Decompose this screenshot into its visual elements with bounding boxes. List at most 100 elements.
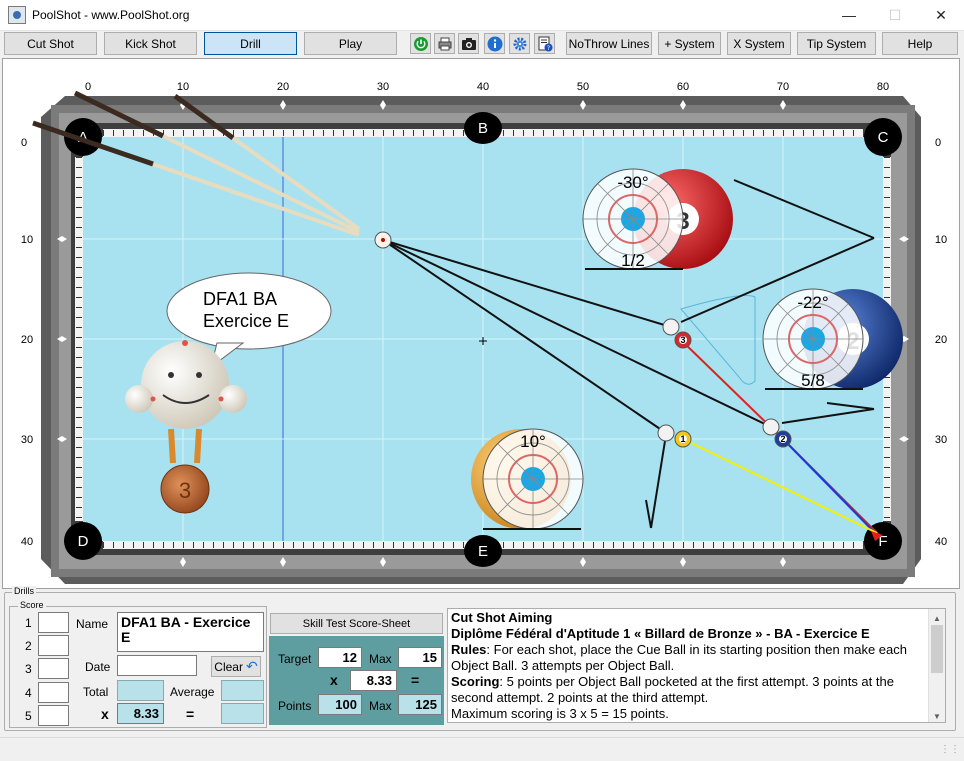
ghost-ball-3 (662, 318, 680, 336)
score-row-2-label: 2 (25, 639, 32, 653)
result-field (221, 703, 264, 724)
ruler-top-20: 20 (277, 81, 289, 93)
plus-system-button[interactable]: + System (658, 32, 721, 55)
nothrow-lines-button[interactable]: NoThrow Lines (566, 32, 652, 55)
ruler-right-10: 10 (935, 234, 947, 246)
skill-test-score-sheet-button[interactable]: Skill Test Score-Sheet (270, 613, 443, 634)
settings-gear-icon[interactable] (509, 33, 530, 54)
teal-equals-symbol: = (411, 672, 420, 688)
undo-icon: ↶ (245, 658, 258, 674)
object-ball-2[interactable]: 2 (774, 430, 792, 448)
svg-text:5/8: 5/8 (801, 371, 825, 390)
date-field[interactable] (117, 655, 197, 676)
ruler-top-60: 60 (677, 81, 689, 93)
pocket-b[interactable]: B (464, 112, 502, 144)
svg-text:Exercice E: Exercice E (203, 311, 289, 331)
cut-shot-button[interactable]: Cut Shot (4, 32, 97, 55)
rail-scale-left (75, 157, 83, 521)
ruler-top-0: 0 (85, 81, 91, 93)
close-icon[interactable]: ✕ (918, 0, 964, 30)
score-row-3-label: 3 (25, 662, 32, 676)
ruler-right-0: 0 (935, 137, 941, 149)
x-system-button[interactable]: X System (727, 32, 791, 55)
score-row-5-input[interactable] (38, 705, 69, 726)
ruler-left-20: 20 (21, 334, 33, 346)
drill-description[interactable]: Cut Shot Aiming Diplôme Fédéral d'Aptitu… (447, 608, 946, 723)
pocket-e[interactable]: E (464, 535, 502, 567)
info-icon[interactable] (484, 33, 505, 54)
ruler-right-20: 20 (935, 334, 947, 346)
target-value[interactable]: 12 (318, 647, 362, 668)
help-document-icon[interactable]: ? (534, 33, 555, 54)
power-icon[interactable] (410, 33, 431, 54)
score-row-4-label: 4 (25, 686, 32, 700)
svg-text:1/2: 1/2 (621, 251, 645, 270)
ruler-right-30: 30 (935, 434, 947, 446)
max-value: 15 (398, 647, 442, 668)
points-max-value: 125 (398, 694, 442, 715)
average-field (221, 680, 264, 701)
score-row-1-input[interactable] (38, 612, 69, 633)
svg-text:-22°: -22° (797, 293, 828, 312)
tip-system-button[interactable]: Tip System (797, 32, 876, 55)
maximize-icon: ☐ (888, 6, 902, 23)
pocket-d[interactable]: D (64, 522, 102, 560)
object-ball-1[interactable]: 1 (674, 430, 692, 448)
play-button[interactable]: Play (304, 32, 397, 55)
ruler-right-40: 40 (935, 536, 947, 548)
scoring-label: Scoring (451, 674, 500, 689)
kick-shot-button[interactable]: Kick Shot (104, 32, 197, 55)
drill-button[interactable]: Drill (204, 32, 297, 55)
minimize-icon[interactable]: — (826, 0, 872, 30)
score-row-3-input[interactable] (38, 658, 69, 679)
svg-text:-30°: -30° (617, 173, 648, 192)
ghost-ball-2 (762, 418, 780, 436)
help-button[interactable]: Help (882, 32, 958, 55)
score-row-5-label: 5 (25, 709, 32, 723)
camera-icon[interactable] (458, 33, 479, 54)
resize-grip-icon[interactable]: ⋮⋮ (940, 744, 960, 755)
multiply-symbol: x (101, 706, 109, 722)
drills-group-title: Drills (12, 586, 36, 596)
ruler-left-0: 0 (21, 137, 27, 149)
title-bar: PoolShot - www.PoolShot.org — ☐ ✕ (0, 0, 964, 31)
object-ball-3[interactable]: 3 (674, 331, 692, 349)
cue-ball[interactable] (374, 231, 392, 249)
description-scrollbar[interactable]: ▲ ▼ (928, 609, 945, 722)
clear-button-label: Clear (214, 659, 243, 674)
max-scoring-text: Maximum scoring is 3 x 5 = 15 points. (451, 706, 669, 721)
scroll-thumb[interactable] (931, 625, 943, 673)
svg-text:C: C (878, 129, 889, 146)
score-row-4-input[interactable] (38, 682, 69, 703)
window-title: PoolShot - www.PoolShot.org (32, 8, 190, 22)
score-row-2-input[interactable] (38, 635, 69, 656)
ruler-top-30: 30 (377, 81, 389, 93)
description-subtitle: Diplôme Fédéral d'Aptitude 1 « Billard d… (451, 626, 870, 641)
ruler-left-10: 10 (21, 234, 33, 246)
print-icon[interactable] (434, 33, 455, 54)
svg-text:2: 2 (780, 434, 785, 444)
scroll-down-icon[interactable]: ▼ (933, 709, 941, 722)
equals-symbol: = (186, 706, 195, 722)
aim-overlay-ball-3: 3 -30° 1/2 (582, 168, 733, 270)
max-label: Max (369, 652, 392, 666)
name-label: Name (76, 617, 109, 631)
points-max-label: Max (369, 699, 392, 713)
pocket-c[interactable]: C (864, 118, 902, 156)
toolbar: Cut Shot Kick Shot Drill Play ? NoThrow … (0, 31, 964, 56)
ruler-top-10: 10 (177, 81, 189, 93)
ruler-top-40: 40 (477, 81, 489, 93)
clear-button[interactable]: Clear ↶ (211, 656, 261, 677)
scoring-text: : 5 points per Object Ball pocketed at t… (451, 674, 894, 705)
name-field[interactable]: DFA1 BA - Exercice E (117, 612, 264, 652)
ruler-left-40: 40 (21, 536, 33, 548)
target-label: Target (278, 652, 312, 666)
aim-overlay-ball-2: 2 -22° 5/8 (762, 288, 903, 390)
svg-text:?: ? (546, 44, 549, 52)
aim-overlay-ball-1: 10° (471, 428, 584, 530)
svg-text:B: B (478, 120, 488, 137)
ruler-top-70: 70 (777, 81, 789, 93)
pool-table-canvas[interactable]: 0 10 20 30 40 50 60 70 80 0 10 20 30 40 … (2, 58, 960, 589)
total-label: Total (83, 685, 109, 699)
score-row-1-label: 1 (25, 616, 32, 630)
